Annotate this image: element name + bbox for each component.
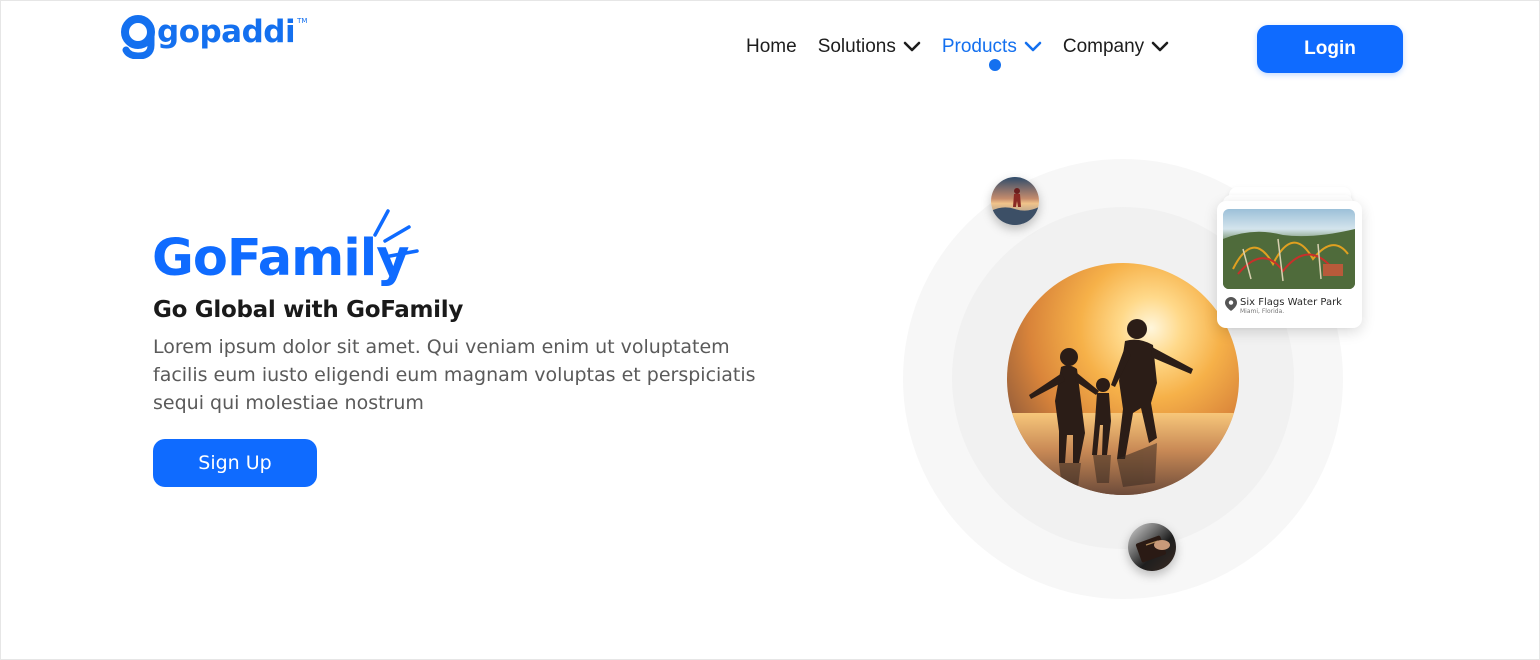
chevron-down-icon bbox=[1151, 41, 1169, 52]
nav-item-label: Home bbox=[746, 36, 797, 57]
logo-text: gopaddi bbox=[157, 14, 296, 50]
chevron-down-icon bbox=[1024, 41, 1042, 52]
nav-item-company[interactable]: Company bbox=[1063, 35, 1169, 59]
roller-coaster-icon bbox=[1223, 229, 1355, 289]
main-nav: Home Solutions Products Company bbox=[746, 35, 1190, 71]
gopaddi-logo-mark-icon bbox=[121, 15, 155, 59]
water-park-photo bbox=[1223, 209, 1355, 289]
place-name: Six Flags Water Park bbox=[1240, 297, 1342, 308]
nav-item-label: Solutions bbox=[817, 36, 896, 57]
hero-description: Lorem ipsum dolor sit amet. Qui veniam e… bbox=[153, 336, 756, 414]
hero-subtitle: Go Global with GoFamily bbox=[153, 297, 464, 323]
sparkle-icon bbox=[373, 209, 419, 258]
traveler-sunset-avatar bbox=[991, 177, 1039, 225]
nav-item-home[interactable]: Home bbox=[746, 35, 797, 59]
active-indicator-dot bbox=[988, 59, 1001, 71]
sign-up-button[interactable]: Sign Up bbox=[153, 439, 317, 487]
logo[interactable]: gopaddi TM bbox=[121, 15, 307, 59]
family-beach-photo bbox=[1007, 263, 1239, 495]
place-card[interactable]: Six Flags Water Park Miami, Florida. bbox=[1217, 201, 1362, 328]
location-pin-icon bbox=[1225, 297, 1237, 311]
nav-item-label: Company bbox=[1062, 36, 1145, 57]
hiker-silhouette-icon bbox=[991, 188, 1039, 225]
chevron-down-icon bbox=[903, 41, 921, 52]
place-location: Miami, Florida. bbox=[1240, 308, 1285, 315]
family-silhouette-icon bbox=[1029, 319, 1193, 495]
passport-icon bbox=[1135, 535, 1170, 563]
nav-item-solutions[interactable]: Solutions bbox=[818, 35, 921, 59]
login-button[interactable]: Login bbox=[1257, 25, 1403, 73]
nav-item-products[interactable]: Products bbox=[941, 35, 1042, 71]
passport-avatar bbox=[1128, 523, 1176, 571]
logo-trademark: TM bbox=[297, 17, 308, 25]
nav-item-label: Products bbox=[941, 36, 1017, 57]
